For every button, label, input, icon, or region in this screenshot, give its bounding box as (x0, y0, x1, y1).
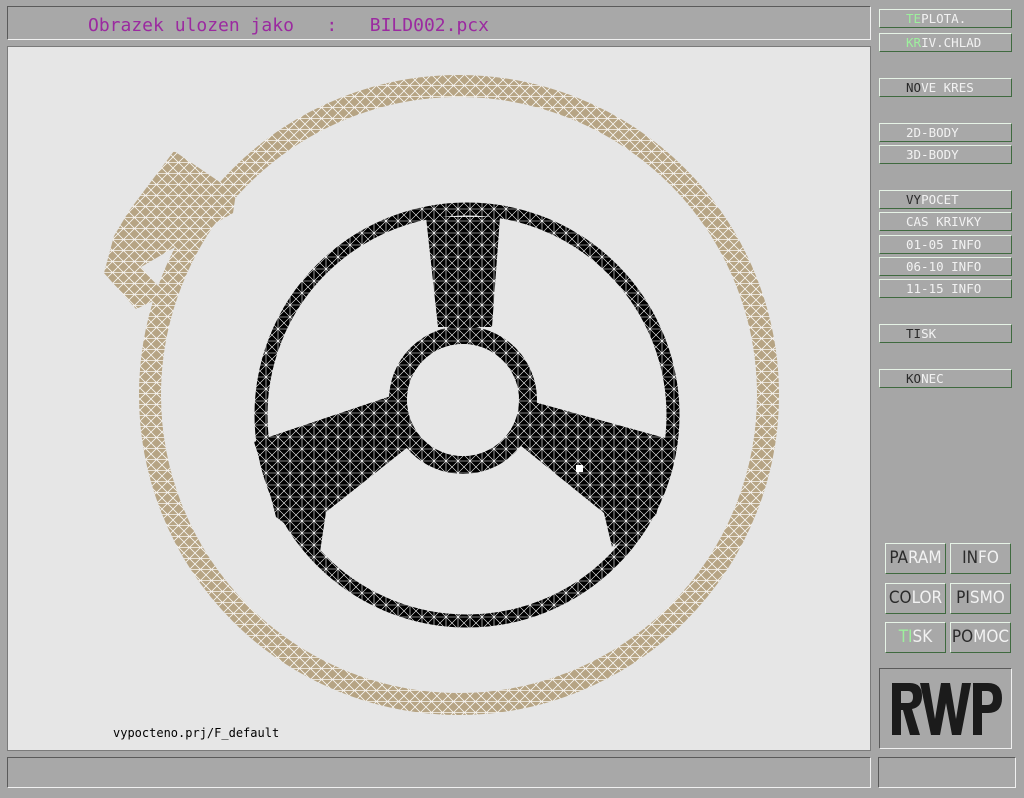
param-button[interactable]: PARAM (885, 543, 946, 574)
color-button[interactable]: COLOR (885, 583, 946, 614)
menu-info-11-15[interactable]: 11-15 INFO (879, 279, 1012, 298)
pismo-button[interactable]: PISMO (950, 583, 1011, 614)
menu-teplota[interactable]: TEPLOTA. (879, 9, 1012, 28)
status-bar-right (878, 757, 1016, 788)
status-bar (7, 757, 871, 788)
title-text: Obrazek ulozen jako : BILD002.pcx (88, 15, 489, 36)
menu-info-01-05[interactable]: 01-05 INFO (879, 235, 1012, 254)
hub-center (407, 344, 519, 456)
pomoc-button[interactable]: POMOC (950, 622, 1011, 653)
menu-konec[interactable]: KONEC (879, 369, 1012, 388)
menu-2d-body[interactable]: 2D-BODY (879, 123, 1012, 142)
menu-info-06-10[interactable]: 06-10 INFO (879, 257, 1012, 276)
info-button[interactable]: INFO (950, 543, 1011, 574)
rwp-logo (892, 683, 1002, 735)
spoke-top (426, 217, 500, 327)
marker (576, 465, 583, 472)
title-bar: Obrazek ulozen jako : BILD002.pcx (7, 6, 871, 40)
menu-cas-krivky[interactable]: CAS KRIVKY (879, 212, 1012, 231)
mesh-drawing (104, 75, 779, 715)
logo-panel (879, 668, 1012, 749)
menu-kriv-chlad[interactable]: KRIV.CHLAD (879, 33, 1012, 52)
tisk-button[interactable]: TISK (885, 622, 946, 653)
menu-tisk[interactable]: TISK (879, 324, 1012, 343)
menu-vypocet[interactable]: VYPOCET (879, 190, 1012, 209)
menu-nove-kres[interactable]: NOVE KRES (879, 78, 1012, 97)
project-label: vypocteno.prj/F_default (113, 726, 280, 740)
menu-3d-body[interactable]: 3D-BODY (879, 145, 1012, 164)
drawing-canvas[interactable]: vypocteno.prj/F_default (7, 46, 871, 751)
